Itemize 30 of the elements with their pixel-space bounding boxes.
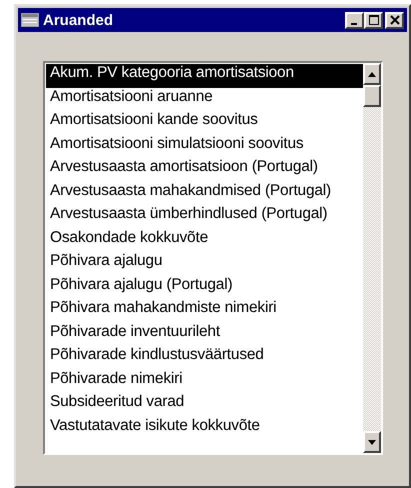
down-arrow-icon bbox=[368, 440, 376, 444]
list-item[interactable]: Arvestusaasta amortisatsioon (Portugal) bbox=[46, 158, 363, 182]
list-item[interactable]: Põhivara ajalugu (Portugal) bbox=[46, 276, 363, 299]
maximize-icon bbox=[368, 15, 378, 25]
scrollbar[interactable] bbox=[363, 63, 381, 453]
list-item[interactable]: Vastutatavate isikute kokkuvõte bbox=[46, 416, 363, 440]
window-title: Aruanded bbox=[43, 12, 114, 28]
list-item[interactable]: Akum. PV kategooria amortisatsioon bbox=[46, 64, 363, 88]
minimize-button[interactable] bbox=[345, 12, 364, 28]
scroll-up-button[interactable] bbox=[363, 63, 381, 85]
list-item[interactable]: Arvestusaasta ümberhindlused (Portugal) bbox=[46, 205, 363, 228]
list-item[interactable]: Amortisatsiooni aruanne bbox=[46, 88, 363, 111]
window-icon bbox=[21, 13, 39, 27]
up-arrow-icon bbox=[368, 72, 376, 76]
close-icon bbox=[390, 15, 400, 25]
list-item[interactable]: Põhivarade kindlustusväärtused bbox=[46, 346, 363, 370]
list-item[interactable]: Osakondade kokkuvõte bbox=[46, 228, 363, 252]
scroll-thumb[interactable] bbox=[363, 85, 381, 107]
maximize-button[interactable] bbox=[364, 12, 383, 28]
list-item[interactable]: Amortisatsiooni simulatsiooni soovitus bbox=[46, 134, 363, 158]
list-item[interactable]: Põhivara ajalugu bbox=[46, 252, 363, 276]
list-item[interactable]: Amortisatsiooni kande soovitus bbox=[46, 111, 363, 134]
list-item[interactable]: Arvestusaasta mahakandmised (Portugal) bbox=[46, 182, 363, 205]
list-item[interactable]: Põhivarade nimekiri bbox=[46, 370, 363, 393]
close-button[interactable] bbox=[385, 12, 404, 28]
list-item[interactable]: Subsideeritud varad bbox=[46, 393, 363, 416]
minimize-icon bbox=[350, 22, 356, 24]
list-item[interactable]: Põhivara mahakandmiste nimekiri bbox=[46, 299, 363, 322]
scroll-down-button[interactable] bbox=[363, 431, 381, 453]
list-item[interactable]: Põhivarade inventuurileht bbox=[46, 322, 363, 346]
